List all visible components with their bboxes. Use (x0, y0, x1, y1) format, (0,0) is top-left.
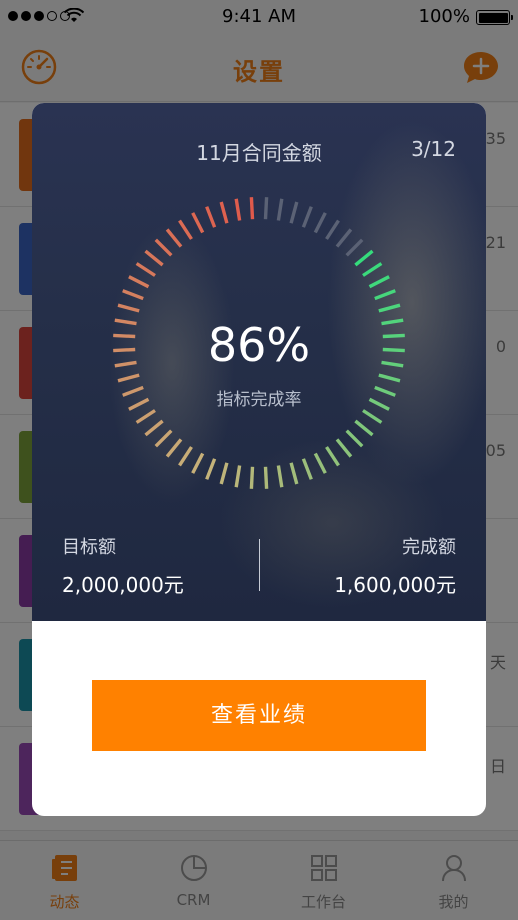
done-label: 完成额 (402, 537, 456, 558)
gauge-tick-filled (178, 219, 193, 240)
gauge-tick-filled (234, 465, 242, 488)
gauge-tick-filled (135, 262, 156, 277)
target-label: 目标额 (62, 537, 116, 558)
gauge-tick-empty (301, 206, 313, 228)
gauge-tick-filled (374, 289, 396, 301)
performance-modal: 11月合同金额 3/12 86% 指标完成率 目标额 2,000,000元 完成… (32, 103, 486, 816)
gauge-tick-filled (301, 458, 313, 480)
gauge-tick-filled (205, 458, 217, 480)
gauge-tick-filled (144, 419, 164, 437)
gauge-tick-filled (191, 212, 205, 234)
gauge-tick-filled (122, 289, 144, 301)
gauge-tick-filled (378, 303, 401, 313)
gauge-tick-filled (219, 462, 229, 485)
stat-divider (259, 539, 260, 591)
gauge-tick-filled (117, 303, 140, 313)
gauge-tick-filled (205, 206, 217, 228)
gauge-tick-filled (276, 465, 284, 488)
gauge-tick-empty (313, 212, 327, 234)
gauge-tick-filled (128, 275, 150, 289)
done-value: 1,600,000元 (334, 573, 456, 597)
modal-header-panel: 11月合同金额 3/12 86% 指标完成率 目标额 2,000,000元 完成… (32, 103, 486, 621)
gauge-tick-filled (362, 409, 383, 424)
gauge-tick-filled (368, 275, 390, 289)
gauge-tick-filled (249, 466, 255, 489)
gauge-tick-empty (263, 197, 269, 220)
gauge-tick-filled (191, 452, 205, 474)
percent-label: 指标完成率 (216, 390, 302, 410)
gauge-tick-empty (276, 198, 284, 221)
gauge-tick-empty (345, 238, 364, 257)
gauge-tick-filled (313, 452, 327, 474)
gauge-tick-filled (345, 429, 364, 448)
gauge-tick-filled (165, 438, 183, 458)
gauge-tick-filled (325, 446, 340, 467)
gauge-tick-empty (325, 219, 340, 240)
gauge-tick-filled (289, 462, 299, 485)
gauge-tick-filled (335, 438, 353, 458)
gauge-tick-filled (165, 228, 183, 248)
gauge-tick-empty (335, 228, 353, 248)
gauge-tick-filled (154, 429, 173, 448)
gauge-tick-filled (178, 446, 193, 467)
target-value: 2,000,000元 (62, 573, 184, 597)
gauge-tick-filled (135, 409, 156, 424)
gauge-tick-filled (354, 249, 374, 267)
gauge-tick-filled (362, 262, 383, 277)
gauge-tick-filled (354, 419, 374, 437)
gauge-tick-filled (249, 197, 255, 220)
view-performance-button[interactable]: 查看业绩 (92, 680, 426, 751)
gauge-tick-filled (234, 198, 242, 221)
gauge-tick-empty (289, 201, 299, 224)
gauge-tick-filled (378, 373, 401, 383)
percent-value: 86% (207, 318, 311, 372)
page-indicator: 3/12 (411, 137, 456, 161)
gauge-tick-filled (144, 249, 164, 267)
gauge-tick-filled (219, 201, 229, 224)
gauge-tick-filled (263, 466, 269, 489)
gauge-tick-filled (117, 373, 140, 383)
gauge-tick-filled (154, 238, 173, 257)
